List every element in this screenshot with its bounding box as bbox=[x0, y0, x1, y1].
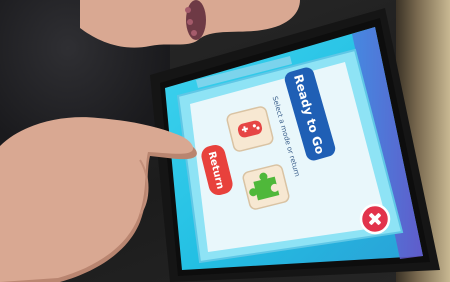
bracelet-bead bbox=[185, 7, 191, 13]
bracelet-bead bbox=[191, 30, 197, 36]
hands bbox=[0, 0, 300, 282]
bracelet-bead bbox=[187, 19, 193, 25]
pointing-hand bbox=[0, 117, 194, 282]
